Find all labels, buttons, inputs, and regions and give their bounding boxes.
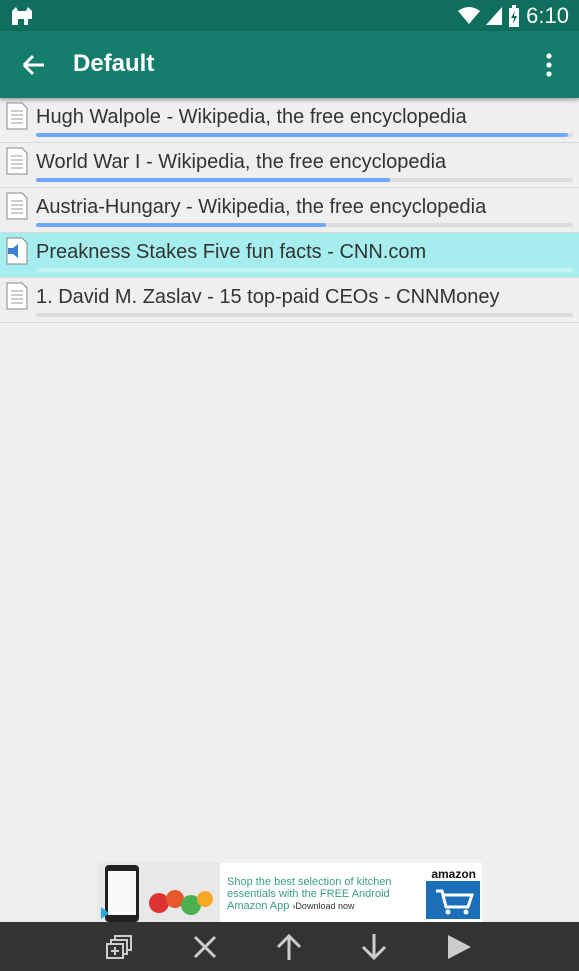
progress-bar — [36, 133, 573, 137]
app-notification-icon — [12, 7, 32, 25]
list-item[interactable]: Hugh Walpole - Wikipedia, the free encyc… — [0, 98, 579, 143]
app-toolbar: Default — [0, 31, 579, 98]
document-icon — [6, 102, 28, 130]
item-title: Preakness Stakes Five fun facts - CNN.co… — [36, 241, 427, 263]
progress-fill — [36, 133, 568, 137]
progress-fill — [36, 178, 391, 182]
ad-phone-illustration — [101, 865, 213, 922]
progress-bar — [36, 268, 573, 272]
close-icon[interactable] — [190, 932, 220, 962]
progress-bar — [36, 223, 573, 227]
document-icon — [6, 147, 28, 175]
document-icon — [6, 192, 28, 220]
back-arrow-icon[interactable] — [20, 51, 48, 79]
play-icon[interactable] — [444, 932, 474, 962]
cart-icon — [426, 881, 480, 919]
status-time: 6:10 — [526, 3, 569, 28]
ad-text: Shop the best selection of kitchen essen… — [227, 876, 392, 912]
page-title: Default — [73, 50, 155, 77]
playlist: Hugh Walpole - Wikipedia, the free encyc… — [0, 98, 579, 323]
list-item[interactable]: 1. David M. Zaslav - 15 top-paid CEOs - … — [0, 278, 579, 323]
signal-icon — [486, 7, 503, 25]
progress-bar — [36, 313, 573, 317]
list-item[interactable]: Austria-Hungary - Wikipedia, the free en… — [0, 188, 579, 233]
overflow-menu-icon[interactable] — [537, 51, 561, 79]
ad-banner[interactable]: Shop the best selection of kitchen essen… — [97, 863, 482, 922]
item-title: World War I - Wikipedia, the free encycl… — [36, 151, 447, 173]
bottom-toolbar — [0, 922, 579, 971]
arrow-down-icon[interactable] — [359, 932, 389, 962]
add-playlist-icon[interactable] — [105, 932, 135, 962]
ad-brand: amazon — [431, 867, 476, 881]
battery-icon — [509, 5, 520, 27]
progress-bar — [36, 178, 573, 182]
speaker-document-icon — [6, 237, 28, 265]
ad-image — [97, 863, 220, 922]
status-icons: 6:10 — [458, 3, 569, 29]
document-icon — [6, 282, 28, 310]
item-title: Austria-Hungary - Wikipedia, the free en… — [36, 196, 487, 218]
wifi-icon — [458, 7, 481, 24]
item-title: 1. David M. Zaslav - 15 top-paid CEOs - … — [36, 286, 500, 308]
status-bar: 6:10 — [0, 0, 579, 31]
ad-download-link[interactable]: ›Download now — [292, 901, 354, 911]
arrow-up-icon[interactable] — [274, 932, 304, 962]
progress-fill — [36, 223, 326, 227]
item-title: Hugh Walpole - Wikipedia, the free encyc… — [36, 106, 467, 128]
list-item-active[interactable]: Preakness Stakes Five fun facts - CNN.co… — [0, 233, 579, 278]
list-item[interactable]: World War I - Wikipedia, the free encycl… — [0, 143, 579, 188]
